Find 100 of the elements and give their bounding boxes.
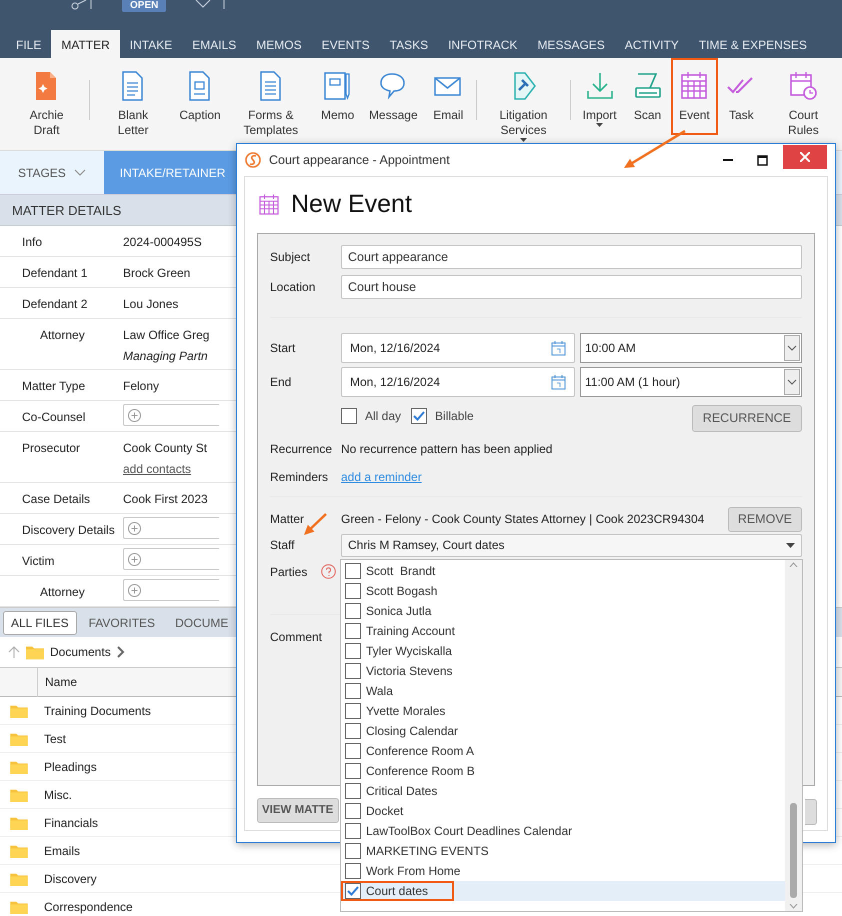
field-label: Defendant 1 [22,265,88,282]
matter-text: Green - Felony - Cook County States Attorney | Cook 2023CR94304 [341,511,706,528]
file-name[interactable]: Training Documents [44,702,151,720]
staff-option[interactable]: Docket [341,801,430,821]
field-label: Discovery Details [22,522,115,539]
ribbon-button[interactable]: Archie Draft [8,66,86,142]
breadcrumb-item[interactable]: Documents [50,643,111,661]
ribbon-button[interactable]: Court Rules [764,66,842,142]
folder-icon [10,788,28,802]
file-name[interactable]: Discovery [44,870,97,888]
add-field[interactable] [123,579,219,601]
ribbon-button[interactable]: Task [718,66,765,127]
add-field[interactable] [123,517,219,539]
checkbox[interactable]: Billable [411,407,474,426]
plus-icon [128,584,141,596]
staff-option[interactable]: Victoria Stevens [341,661,478,681]
ribbon-button[interactable]: Scan [624,66,671,127]
file-name[interactable]: Pleadings [44,758,97,776]
field-value: Felony [123,378,160,395]
field-label: Recurrence [270,442,332,456]
file-name[interactable]: Test [44,730,66,748]
staff-option[interactable]: Training Account [341,621,481,641]
staff-option[interactable]: Scott Brandt [341,561,462,581]
staff-dropdown[interactable]: Chris M Ramsey, Court dates [341,534,802,556]
staff-option[interactable]: Wala [341,681,419,701]
ribbon-button[interactable]: Message [362,66,425,127]
ribbon-button[interactable]: Blank Letter [94,66,172,142]
menu-tab[interactable]: MEMOS [246,30,312,58]
add-field[interactable] [123,548,219,570]
field-label: Victim [22,553,54,570]
menu-tab[interactable]: FILE [6,30,52,58]
file-name[interactable]: Correspondence [44,898,133,916]
folder-icon [10,844,28,858]
menu-tab[interactable]: ACTIVITY [614,30,689,58]
field-label: Location [270,280,316,294]
staff-option[interactable]: Work From Home [341,861,486,881]
ribbon-button[interactable]: Memo [314,66,362,127]
time-dropdown[interactable]: 10:00 AM [580,333,802,363]
staff-option[interactable]: MARKETING EVENTS [341,841,515,861]
field-label: Matter [270,512,304,526]
checkbox[interactable]: All day [341,407,402,426]
field-subtitle: Managing Partn [123,348,209,365]
ribbon-button[interactable]: Event [670,58,718,135]
dialog-button[interactable] [805,799,817,825]
recurrence-button[interactable]: RECURRENCE [692,405,802,432]
field-label: Prosecutor [22,440,80,457]
field-label: Matter Type [22,378,86,395]
menu-tab[interactable]: EVENTS [312,30,380,58]
files-tab[interactable]: DOCUME [167,610,236,634]
files-tab[interactable]: ALL FILES [3,610,77,634]
ribbon-button[interactable]: Email [424,66,472,127]
close-button[interactable] [783,145,827,169]
field-label: Attorney [40,584,85,601]
field-value: Brock Green [123,265,190,282]
location-field[interactable]: Court house [341,275,802,299]
menu-tab[interactable]: EMAILS [182,30,246,58]
staff-option[interactable]: Critical Dates [341,781,464,801]
scrollbar[interactable] [785,560,802,911]
staff-option[interactable]: Closing Calendar [341,721,484,741]
menu-tab[interactable]: TASKS [380,30,438,58]
caret-icon [786,542,795,548]
subject-field[interactable]: Court appearance [341,245,802,269]
column-header[interactable]: Name [38,673,78,691]
field-label: Attorney [40,327,85,344]
field-label: Staff [270,538,294,552]
staff-option[interactable]: Tyler Wyciskalla [341,641,478,661]
remove-button[interactable]: REMOVE [728,506,802,532]
field-label: Defendant 2 [22,296,88,313]
date-field[interactable]: Mon, 12/16/2024 [341,367,575,397]
staff-option[interactable]: Yvette Morales [341,701,472,721]
ribbon-button[interactable]: Caption [172,66,228,127]
staff-option[interactable]: Sonica Jutla [341,601,458,621]
scrollbar-thumb[interactable] [790,803,797,898]
window-title: Court appearance - Appointment [269,152,451,169]
staff-option[interactable]: Court dates [341,881,454,901]
menu-tab[interactable]: INTAKE [120,30,182,58]
add-field[interactable] [123,404,219,426]
ribbon-button[interactable]: Import [575,66,624,132]
stages-dropdown[interactable]: STAGES [0,151,104,194]
date-field[interactable]: Mon, 12/16/2024 [341,333,575,363]
staff-option[interactable]: LawToolBox Court Deadlines Calendar [341,821,598,841]
menu-tab[interactable]: TIME & EXPENSES [688,30,817,58]
ribbon-button[interactable]: Litigation Services [480,66,566,147]
menu-tab[interactable]: INFOTRACK [438,30,528,58]
file-name[interactable]: Emails [44,842,80,860]
menu-tab[interactable]: MESSAGES [527,30,615,58]
chevron-down-icon [787,345,797,351]
ribbon-button[interactable]: Forms & Templates [228,66,314,142]
view-matter-button[interactable]: VIEW MATTE [257,798,339,824]
staff-option[interactable]: Scott Bogash [341,581,464,601]
app-logo-icon [245,152,261,168]
staff-option[interactable]: Conference Room B [341,761,501,781]
menu-tab[interactable]: MATTER [51,30,120,58]
field-label: Parties [270,564,308,580]
files-tab[interactable]: FAVORITES [80,610,164,634]
staff-option[interactable]: Conference Room A [341,741,500,761]
add-contacts-link[interactable]: add contacts [123,460,192,478]
time-dropdown[interactable]: 11:00 AM (1 hour) [580,367,802,397]
file-name[interactable]: Financials [44,814,98,832]
file-name[interactable]: Misc. [44,786,72,804]
